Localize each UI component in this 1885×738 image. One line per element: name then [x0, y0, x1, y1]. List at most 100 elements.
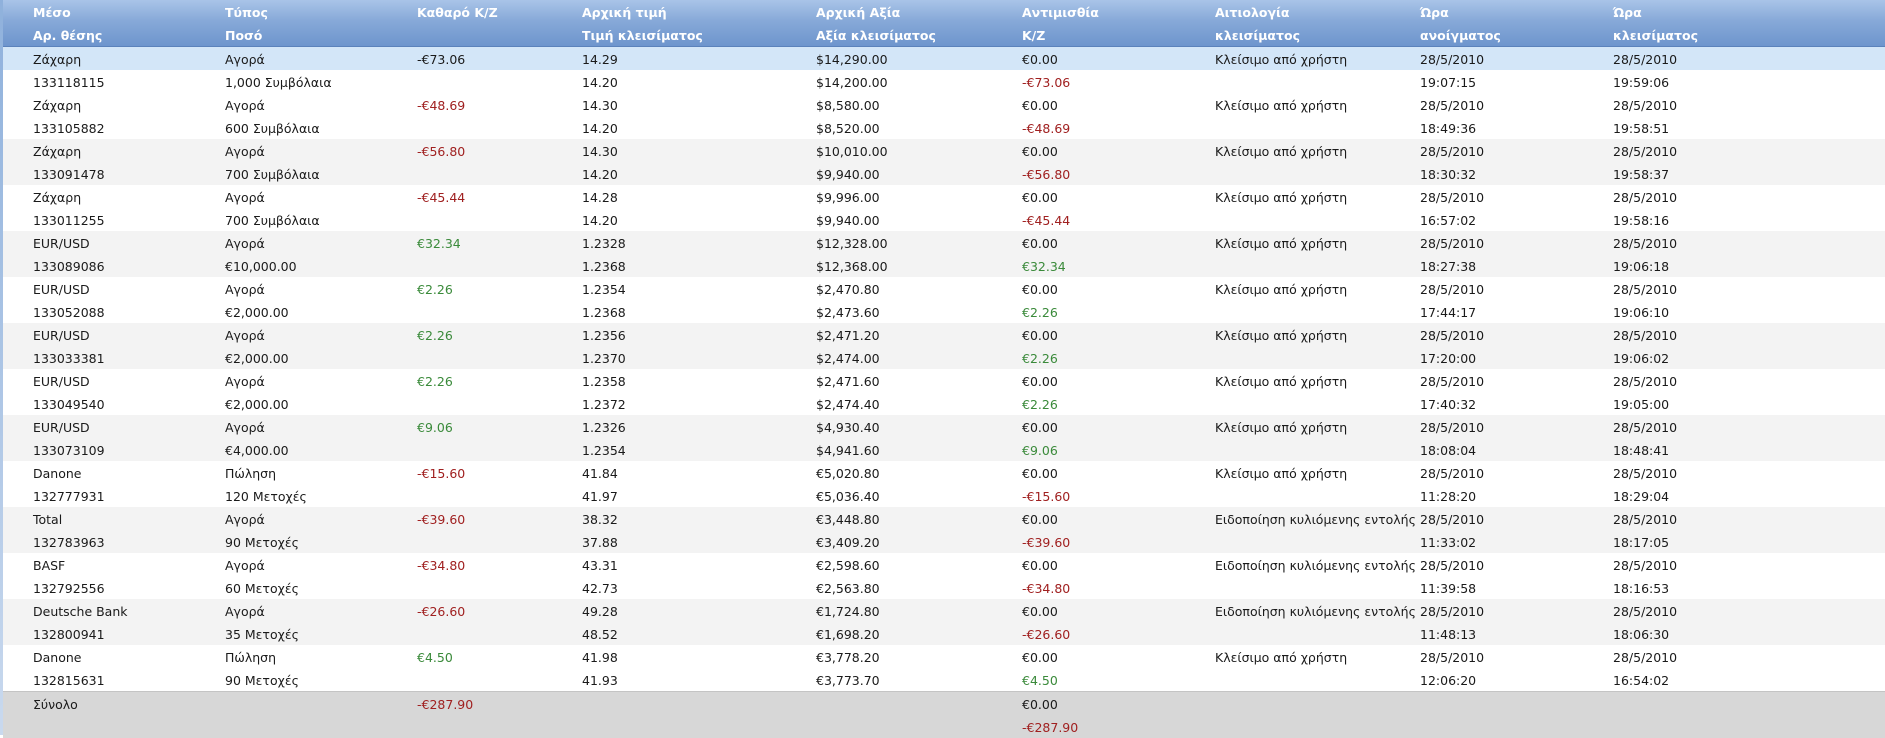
col-header-close-value[interactable]: Αξία κλεισίματος	[816, 28, 936, 43]
cell-close-value: $4,941.60	[816, 443, 880, 458]
col-header-commission[interactable]: Αντιμισθία	[1022, 5, 1099, 20]
cell-position-id: 133091478	[33, 167, 105, 182]
col-header-type[interactable]: Τύπος	[225, 5, 268, 20]
cell-commission: €0.00	[1022, 374, 1058, 389]
cell-open-time: 18:08:04	[1420, 443, 1477, 458]
cell-close-date: 28/5/2010	[1613, 52, 1678, 67]
cell-net-pl: -€34.80	[417, 558, 466, 573]
cell-position-id: 132783963	[33, 535, 105, 550]
cell-type: Αγορά	[225, 190, 265, 205]
table-row[interactable]: Ζάχαρη 133011255 Αγορά 700 Συμβόλαια -€45.44…	[3, 185, 1885, 231]
cell-type: Αγορά	[225, 52, 265, 67]
col-header-close-reason[interactable]: Αιτιολογία	[1215, 5, 1289, 20]
cell-type: Αγορά	[225, 98, 265, 113]
cell-net-pl: €32.34	[417, 236, 461, 251]
cell-open-time: 18:49:36	[1420, 121, 1477, 136]
cell-open-date: 28/5/2010	[1420, 52, 1485, 67]
total-commission: €0.00	[1022, 697, 1058, 712]
cell-instrument: Deutsche Bank	[33, 604, 128, 619]
col-header-open-time[interactable]: Ώρα	[1420, 5, 1449, 20]
cell-pl: -€48.69	[1022, 121, 1071, 136]
cell-open-price: 43.31	[582, 558, 618, 573]
cell-open-price: 41.98	[582, 650, 618, 665]
cell-open-price: 14.28	[582, 190, 618, 205]
cell-close-value: €1,698.20	[816, 627, 880, 642]
table-row[interactable]: Total 132783963 Αγορά 90 Μετοχές -€39.60 38.3…	[3, 507, 1885, 553]
cell-close-time: 19:58:16	[1613, 213, 1670, 228]
cell-commission: €0.00	[1022, 650, 1058, 665]
cell-position-id: 133105882	[33, 121, 105, 136]
cell-commission: €0.00	[1022, 558, 1058, 573]
table-row[interactable]: EUR/USD 133033381 Αγορά €2,000.00 €2.26 1.235…	[3, 323, 1885, 369]
cell-close-value: €3,409.20	[816, 535, 880, 550]
cell-close-date: 28/5/2010	[1613, 650, 1678, 665]
cell-position-id: 133033381	[33, 351, 105, 366]
col-header-close-time[interactable]: Ώρα	[1613, 5, 1642, 20]
table-row[interactable]: EUR/USD 133052088 Αγορά €2,000.00 €2.26 1.235…	[3, 277, 1885, 323]
cell-pl: €32.34	[1022, 259, 1066, 274]
cell-net-pl: -€45.44	[417, 190, 466, 205]
cell-type: Αγορά	[225, 236, 265, 251]
col-header-open-value[interactable]: Αρχική Αξία	[816, 5, 900, 20]
col-header-open-time-2[interactable]: ανοίγματος	[1420, 28, 1501, 43]
col-header-position-id[interactable]: Αρ. θέσης	[33, 28, 102, 43]
col-header-pl[interactable]: Κ/Ζ	[1022, 28, 1045, 43]
cell-net-pl: €2.26	[417, 328, 453, 343]
cell-close-reason: Κλείσιμο από χρήστη	[1215, 328, 1348, 343]
col-header-close-price[interactable]: Τιμή κλεισίματος	[582, 28, 703, 43]
cell-open-date: 28/5/2010	[1420, 190, 1485, 205]
cell-close-reason: Κλείσιμο από χρήστη	[1215, 52, 1348, 67]
cell-close-price: 37.88	[582, 535, 618, 550]
cell-net-pl: -€73.06	[417, 52, 466, 67]
cell-instrument: Ζάχαρη	[33, 98, 82, 113]
col-header-close-time-2[interactable]: κλεισίματος	[1613, 28, 1698, 43]
cell-amount: 700 Συμβόλαια	[225, 213, 320, 228]
table-row[interactable]: EUR/USD 133049540 Αγορά €2,000.00 €2.26 1.235…	[3, 369, 1885, 415]
cell-position-id: 133052088	[33, 305, 105, 320]
cell-instrument: Total	[33, 512, 63, 527]
cell-instrument: Ζάχαρη	[33, 144, 82, 159]
cell-open-price: 41.84	[582, 466, 618, 481]
table-row[interactable]: Ζάχαρη 133091478 Αγορά 700 Συμβόλαια -€56.80…	[3, 139, 1885, 185]
cell-type: Πώληση	[225, 466, 277, 481]
cell-position-id: 132815631	[33, 673, 105, 688]
cell-instrument: EUR/USD	[33, 374, 90, 389]
table-row[interactable]: BASF 132792556 Αγορά 60 Μετοχές -€34.80 43.31…	[3, 553, 1885, 599]
table-row[interactable]: EUR/USD 133089086 Αγορά €10,000.00 €32.34 1.2…	[3, 231, 1885, 277]
cell-close-date: 28/5/2010	[1613, 236, 1678, 251]
col-header-instrument[interactable]: Μέσο	[33, 5, 71, 20]
cell-position-id: 133118115	[33, 75, 105, 90]
cell-close-date: 28/5/2010	[1613, 144, 1678, 159]
table-row[interactable]: Danone 132777931 Πώληση 120 Μετοχές -€15.60 4…	[3, 461, 1885, 507]
cell-open-value: $10,010.00	[816, 144, 888, 159]
cell-close-price: 14.20	[582, 213, 618, 228]
cell-close-reason: Κλείσιμο από χρήστη	[1215, 144, 1348, 159]
cell-amount: 35 Μετοχές	[225, 627, 299, 642]
table-row[interactable]: Ζάχαρη 133118115 Αγορά 1,000 Συμβόλαια -€73.…	[3, 47, 1885, 93]
cell-pl: €9.06	[1022, 443, 1058, 458]
cell-close-reason: Ειδοποίηση κυλιόμενης εντολής δια	[1215, 604, 1420, 619]
col-header-net-pl[interactable]: Καθαρό Κ/Ζ	[417, 5, 498, 20]
col-header-close-reason-2[interactable]: κλεισίματος	[1215, 28, 1300, 43]
cell-amount: €10,000.00	[225, 259, 297, 274]
grid-body: Ζάχαρη 133118115 Αγορά 1,000 Συμβόλαια -€73.…	[3, 47, 1885, 691]
cell-instrument: EUR/USD	[33, 282, 90, 297]
cell-close-time: 19:05:00	[1613, 397, 1670, 412]
col-header-amount[interactable]: Ποσό	[225, 28, 262, 43]
cell-close-price: 41.97	[582, 489, 618, 504]
cell-amount: 60 Μετοχές	[225, 581, 299, 596]
cell-close-price: 1.2368	[582, 259, 626, 274]
cell-open-time: 16:57:02	[1420, 213, 1477, 228]
table-row[interactable]: Deutsche Bank 132800941 Αγορά 35 Μετοχές -€2…	[3, 599, 1885, 645]
col-header-open-price[interactable]: Αρχική τιμή	[582, 5, 667, 20]
cell-open-date: 28/5/2010	[1420, 98, 1485, 113]
cell-open-price: 1.2328	[582, 236, 626, 251]
cell-open-time: 17:40:32	[1420, 397, 1477, 412]
table-row[interactable]: Danone 132815631 Πώληση 90 Μετοχές €4.50 41.9…	[3, 645, 1885, 691]
cell-close-reason: Ειδοποίηση κυλιόμενης εντολής δια	[1215, 512, 1420, 527]
table-row[interactable]: EUR/USD 133073109 Αγορά €4,000.00 €9.06 1.232…	[3, 415, 1885, 461]
table-row[interactable]: Ζάχαρη 133105882 Αγορά 600 Συμβόλαια -€48.69…	[3, 93, 1885, 139]
cell-instrument: Ζάχαρη	[33, 52, 82, 67]
cell-close-value: $9,940.00	[816, 167, 880, 182]
cell-commission: €0.00	[1022, 604, 1058, 619]
